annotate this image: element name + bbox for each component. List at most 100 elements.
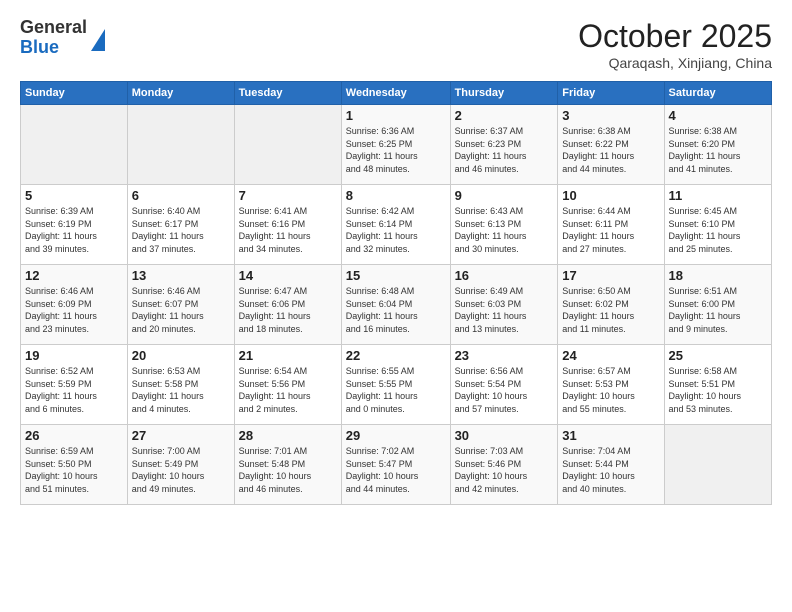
header-tuesday: Tuesday — [234, 82, 341, 105]
logo-text: General Blue — [20, 18, 87, 58]
calendar-cell: 26Sunrise: 6:59 AM Sunset: 5:50 PM Dayli… — [21, 425, 128, 505]
logo-triangle-icon — [91, 29, 105, 51]
calendar-cell: 23Sunrise: 6:56 AM Sunset: 5:54 PM Dayli… — [450, 345, 558, 425]
day-number: 3 — [562, 108, 659, 123]
day-info: Sunrise: 6:42 AM Sunset: 6:14 PM Dayligh… — [346, 205, 446, 255]
page: General Blue October 2025 Qaraqash, Xinj… — [0, 0, 792, 612]
day-info: Sunrise: 6:40 AM Sunset: 6:17 PM Dayligh… — [132, 205, 230, 255]
day-info: Sunrise: 6:54 AM Sunset: 5:56 PM Dayligh… — [239, 365, 337, 415]
header-row: Sunday Monday Tuesday Wednesday Thursday… — [21, 82, 772, 105]
calendar-cell: 14 Sunrise: 6:47 AM Sunset: 6:06 PM Dayli… — [234, 265, 341, 345]
day-number: 6 — [132, 188, 230, 203]
calendar-cell: 1 Sunrise: 6:36 AM Sunset: 6:25 PM Daylig… — [341, 105, 450, 185]
calendar-week-5: 26Sunrise: 6:59 AM Sunset: 5:50 PM Dayli… — [21, 425, 772, 505]
day-number: 15 — [346, 268, 446, 283]
calendar: Sunday Monday Tuesday Wednesday Thursday… — [20, 81, 772, 505]
day-info: Sunrise: 6:55 AM Sunset: 5:55 PM Dayligh… — [346, 365, 446, 415]
day-info: Sunrise: 7:04 AM Sunset: 5:44 PM Dayligh… — [562, 445, 659, 495]
day-info: Sunrise: 6:41 AM Sunset: 6:16 PM Dayligh… — [239, 205, 337, 255]
month-title: October 2025 — [578, 18, 772, 55]
calendar-cell: 17 Sunrise: 6:50 AM Sunset: 6:02 PM Dayli… — [558, 265, 664, 345]
calendar-cell — [21, 105, 128, 185]
day-number: 10 — [562, 188, 659, 203]
header-wednesday: Wednesday — [341, 82, 450, 105]
day-number: 30 — [455, 428, 554, 443]
day-info: Sunrise: 6:38 AM Sunset: 6:20 PM Dayligh… — [669, 125, 767, 175]
day-number: 21 — [239, 348, 337, 363]
day-number: 14 — [239, 268, 337, 283]
day-info: Sunrise: 6:52 AM Sunset: 5:59 PM Dayligh… — [25, 365, 123, 415]
calendar-cell: 30Sunrise: 7:03 AM Sunset: 5:46 PM Dayli… — [450, 425, 558, 505]
calendar-cell: 2 Sunrise: 6:37 AM Sunset: 6:23 PM Daylig… — [450, 105, 558, 185]
day-info: Sunrise: 6:48 AM Sunset: 6:04 PM Dayligh… — [346, 285, 446, 335]
header-monday: Monday — [127, 82, 234, 105]
day-number: 1 — [346, 108, 446, 123]
calendar-cell — [234, 105, 341, 185]
day-info: Sunrise: 6:50 AM Sunset: 6:02 PM Dayligh… — [562, 285, 659, 335]
calendar-cell: 20 Sunrise: 6:53 AM Sunset: 5:58 PM Dayli… — [127, 345, 234, 425]
calendar-week-2: 5Sunrise: 6:39 AM Sunset: 6:19 PM Daylig… — [21, 185, 772, 265]
calendar-cell — [127, 105, 234, 185]
day-info: Sunrise: 6:46 AM Sunset: 6:09 PM Dayligh… — [25, 285, 123, 335]
header-thursday: Thursday — [450, 82, 558, 105]
day-info: Sunrise: 6:38 AM Sunset: 6:22 PM Dayligh… — [562, 125, 659, 175]
day-number: 17 — [562, 268, 659, 283]
day-number: 13 — [132, 268, 230, 283]
day-info: Sunrise: 6:44 AM Sunset: 6:11 PM Dayligh… — [562, 205, 659, 255]
day-number: 20 — [132, 348, 230, 363]
calendar-cell: 28 Sunrise: 7:01 AM Sunset: 5:48 PM Dayli… — [234, 425, 341, 505]
logo-general: General — [20, 18, 87, 38]
day-info: Sunrise: 6:49 AM Sunset: 6:03 PM Dayligh… — [455, 285, 554, 335]
day-info: Sunrise: 6:47 AM Sunset: 6:06 PM Dayligh… — [239, 285, 337, 335]
day-number: 28 — [239, 428, 337, 443]
calendar-week-3: 12 Sunrise: 6:46 AM Sunset: 6:09 PM Dayli… — [21, 265, 772, 345]
day-number: 9 — [455, 188, 554, 203]
calendar-header: Sunday Monday Tuesday Wednesday Thursday… — [21, 82, 772, 105]
day-number: 25 — [669, 348, 767, 363]
day-info: Sunrise: 6:58 AM Sunset: 5:51 PM Dayligh… — [669, 365, 767, 415]
header-friday: Friday — [558, 82, 664, 105]
day-number: 4 — [669, 108, 767, 123]
day-info: Sunrise: 6:59 AM Sunset: 5:50 PM Dayligh… — [25, 445, 123, 495]
calendar-cell: 11Sunrise: 6:45 AM Sunset: 6:10 PM Dayli… — [664, 185, 771, 265]
day-info: Sunrise: 6:46 AM Sunset: 6:07 PM Dayligh… — [132, 285, 230, 335]
day-number: 27 — [132, 428, 230, 443]
calendar-cell: 25 Sunrise: 6:58 AM Sunset: 5:51 PM Dayli… — [664, 345, 771, 425]
calendar-cell: 8Sunrise: 6:42 AM Sunset: 6:14 PM Daylig… — [341, 185, 450, 265]
day-number: 19 — [25, 348, 123, 363]
calendar-cell: 6 Sunrise: 6:40 AM Sunset: 6:17 PM Daylig… — [127, 185, 234, 265]
calendar-cell: 10 Sunrise: 6:44 AM Sunset: 6:11 PM Dayli… — [558, 185, 664, 265]
calendar-week-4: 19 Sunrise: 6:52 AM Sunset: 5:59 PM Dayli… — [21, 345, 772, 425]
day-number: 2 — [455, 108, 554, 123]
calendar-cell: 13 Sunrise: 6:46 AM Sunset: 6:07 PM Dayli… — [127, 265, 234, 345]
day-number: 12 — [25, 268, 123, 283]
logo-blue: Blue — [20, 38, 87, 58]
calendar-cell: 31 Sunrise: 7:04 AM Sunset: 5:44 PM Dayli… — [558, 425, 664, 505]
calendar-cell: 12 Sunrise: 6:46 AM Sunset: 6:09 PM Dayli… — [21, 265, 128, 345]
day-number: 18 — [669, 268, 767, 283]
calendar-cell — [664, 425, 771, 505]
day-info: Sunrise: 7:00 AM Sunset: 5:49 PM Dayligh… — [132, 445, 230, 495]
calendar-cell: 7 Sunrise: 6:41 AM Sunset: 6:16 PM Daylig… — [234, 185, 341, 265]
calendar-cell: 29Sunrise: 7:02 AM Sunset: 5:47 PM Dayli… — [341, 425, 450, 505]
day-number: 29 — [346, 428, 446, 443]
calendar-cell: 3 Sunrise: 6:38 AM Sunset: 6:22 PM Daylig… — [558, 105, 664, 185]
calendar-cell: 21 Sunrise: 6:54 AM Sunset: 5:56 PM Dayli… — [234, 345, 341, 425]
calendar-cell: 24Sunrise: 6:57 AM Sunset: 5:53 PM Dayli… — [558, 345, 664, 425]
location: Qaraqash, Xinjiang, China — [578, 55, 772, 71]
calendar-cell: 22 Sunrise: 6:55 AM Sunset: 5:55 PM Dayli… — [341, 345, 450, 425]
day-info: Sunrise: 6:53 AM Sunset: 5:58 PM Dayligh… — [132, 365, 230, 415]
day-number: 7 — [239, 188, 337, 203]
day-number: 11 — [669, 188, 767, 203]
day-info: Sunrise: 7:01 AM Sunset: 5:48 PM Dayligh… — [239, 445, 337, 495]
calendar-cell: 5Sunrise: 6:39 AM Sunset: 6:19 PM Daylig… — [21, 185, 128, 265]
header: General Blue October 2025 Qaraqash, Xinj… — [20, 18, 772, 71]
day-number: 31 — [562, 428, 659, 443]
day-number: 23 — [455, 348, 554, 363]
calendar-cell: 15 Sunrise: 6:48 AM Sunset: 6:04 PM Dayli… — [341, 265, 450, 345]
calendar-cell: 9Sunrise: 6:43 AM Sunset: 6:13 PM Daylig… — [450, 185, 558, 265]
day-number: 16 — [455, 268, 554, 283]
day-number: 22 — [346, 348, 446, 363]
day-info: Sunrise: 6:37 AM Sunset: 6:23 PM Dayligh… — [455, 125, 554, 175]
day-info: Sunrise: 6:36 AM Sunset: 6:25 PM Dayligh… — [346, 125, 446, 175]
